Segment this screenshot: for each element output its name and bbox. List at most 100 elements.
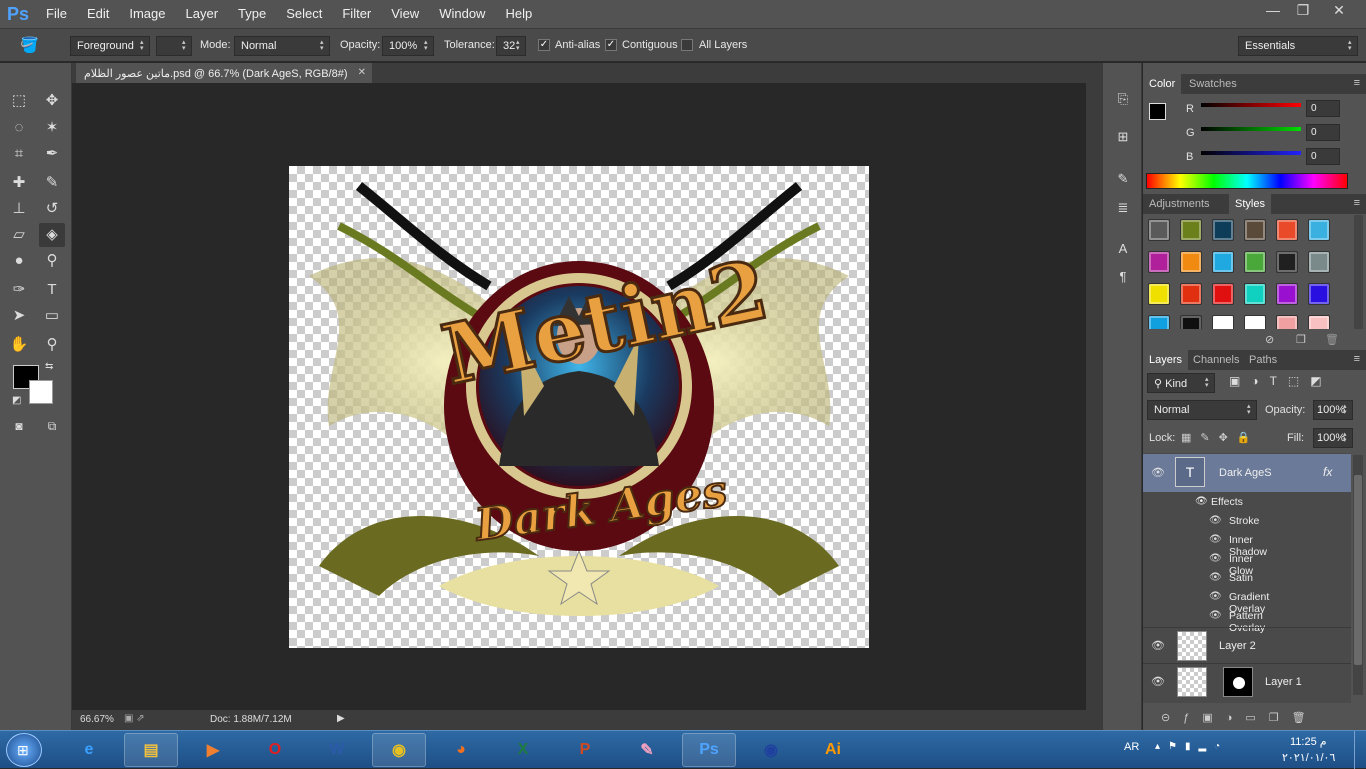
new-style-icon[interactable]: ❐: [1296, 333, 1306, 346]
tab-color[interactable]: Color: [1143, 74, 1182, 94]
style-swatch[interactable]: [1244, 315, 1266, 329]
layers-footer-icons[interactable]: ⊝ƒ▣◑▭❐🗑: [1161, 711, 1319, 724]
tab-swatches[interactable]: Swatches: [1183, 74, 1243, 94]
layer-row-layer-1[interactable]: 👁 Layer 1: [1143, 663, 1351, 699]
layers-scrollbar-thumb[interactable]: [1354, 475, 1362, 665]
move-tool-icon[interactable]: ✥: [39, 89, 65, 113]
fill-source-select[interactable]: Foreground: [70, 36, 150, 56]
zoom-tool-icon[interactable]: ⚲: [39, 333, 65, 357]
lasso-tool-icon[interactable]: ◌: [6, 116, 32, 140]
tab-paths[interactable]: Paths: [1243, 350, 1283, 370]
channel-r-slider[interactable]: [1201, 103, 1301, 107]
marquee-tool-icon[interactable]: ⬚: [6, 89, 32, 113]
color-panel-menu-icon[interactable]: ≡: [1354, 77, 1360, 89]
taskbar-app-media-icon[interactable]: ▶: [186, 733, 240, 767]
start-button[interactable]: ⊞: [6, 733, 42, 767]
history-panel-icon[interactable]: ⎘: [1113, 89, 1133, 109]
visibility-eye-icon[interactable]: 👁: [1209, 610, 1222, 621]
close-button[interactable]: ✕: [1324, 0, 1354, 22]
taskbar-app-firefox-icon[interactable]: ◕: [434, 733, 488, 767]
visibility-eye-icon[interactable]: 👁: [1151, 466, 1165, 480]
color-spectrum-ramp[interactable]: [1146, 173, 1348, 189]
dodge-tool-icon[interactable]: ⚲: [39, 249, 65, 273]
layer-blend-mode-select[interactable]: Normal: [1147, 400, 1257, 420]
taskbar-app-explorer-icon[interactable]: ▤: [124, 733, 178, 767]
swap-colors-icon[interactable]: ⇆: [45, 361, 53, 372]
tab-channels[interactable]: Channels: [1187, 350, 1245, 370]
layer-mask-thumbnail[interactable]: [1223, 667, 1253, 697]
history-brush-tool-icon[interactable]: ↺: [39, 197, 65, 221]
style-swatch[interactable]: [1212, 283, 1234, 305]
style-swatch[interactable]: [1308, 315, 1330, 329]
layer-filter-icons[interactable]: ▣◑T⬚◩: [1229, 374, 1333, 388]
taskbar-app-word-icon[interactable]: W: [310, 733, 364, 767]
shape-tool-icon[interactable]: ▭: [39, 304, 65, 328]
style-swatch[interactable]: [1244, 283, 1266, 305]
paragraph-panel-icon[interactable]: ¶: [1113, 267, 1133, 287]
style-swatch[interactable]: [1180, 283, 1202, 305]
layers-scrollbar[interactable]: [1353, 455, 1363, 695]
background-color-swatch[interactable]: [29, 380, 53, 404]
character-panel-icon[interactable]: A: [1113, 239, 1133, 259]
menu-image[interactable]: Image: [119, 0, 175, 28]
taskbar-app-opera-icon[interactable]: O: [248, 733, 302, 767]
style-swatch[interactable]: [1148, 219, 1170, 241]
style-swatch[interactable]: [1212, 251, 1234, 273]
style-swatch[interactable]: [1180, 251, 1202, 273]
paint-bucket-preset-icon[interactable]: 🪣: [20, 36, 44, 56]
mode-select[interactable]: Normal: [234, 36, 330, 56]
antialias-checkbox[interactable]: ✓: [538, 39, 550, 51]
tab-adjustments[interactable]: Adjustments: [1143, 194, 1216, 214]
layers-panel-menu-icon[interactable]: ≡: [1354, 353, 1360, 365]
workspace-select[interactable]: Essentials: [1238, 36, 1358, 56]
style-swatch[interactable]: [1180, 315, 1202, 329]
menu-select[interactable]: Select: [276, 0, 332, 28]
paint-bucket-tool-icon[interactable]: ◈: [39, 223, 65, 247]
menu-file[interactable]: File: [36, 0, 77, 28]
brush-tool-icon[interactable]: ✎: [39, 171, 65, 195]
style-swatch[interactable]: [1212, 219, 1234, 241]
clone-stamp-tool-icon[interactable]: ⊥: [6, 197, 32, 221]
style-swatch[interactable]: [1308, 251, 1330, 273]
system-tray-icons[interactable]: ▴⚑▮▂◔: [1155, 741, 1228, 752]
opacity-input[interactable]: 100%: [382, 36, 434, 56]
channel-b-value[interactable]: 0: [1306, 148, 1340, 165]
close-document-icon[interactable]: ✕: [358, 67, 366, 78]
tolerance-input[interactable]: 32: [496, 36, 526, 56]
fx-icon[interactable]: fx: [1323, 465, 1332, 479]
healing-brush-tool-icon[interactable]: ✚: [6, 171, 32, 195]
taskbar-app-powerpoint-icon[interactable]: P: [558, 733, 612, 767]
zoom-level[interactable]: 66.67%: [80, 714, 114, 725]
hand-tool-icon[interactable]: ✋: [6, 333, 32, 357]
style-swatch[interactable]: [1180, 219, 1202, 241]
style-swatch[interactable]: [1276, 219, 1298, 241]
canvas-vertical-scrollbar[interactable]: [1086, 83, 1102, 710]
clock-time[interactable]: 11:25 م: [1290, 735, 1327, 748]
eyedropper-tool-icon[interactable]: ✒: [39, 142, 65, 166]
brush-panel-icon[interactable]: ✎: [1113, 169, 1133, 189]
show-desktop-button[interactable]: [1354, 731, 1366, 769]
channel-g-slider[interactable]: [1201, 127, 1301, 131]
eraser-tool-icon[interactable]: ▱: [6, 223, 32, 247]
styles-scrollbar[interactable]: [1354, 215, 1363, 329]
taskbar-app-paint-icon[interactable]: ✎: [620, 733, 674, 767]
delete-style-icon[interactable]: 🗑: [1325, 333, 1339, 346]
channel-r-value[interactable]: 0: [1306, 100, 1340, 117]
lock-icons[interactable]: ▦✎✥🔒: [1181, 431, 1260, 444]
style-swatch[interactable]: [1308, 219, 1330, 241]
visibility-eye-icon[interactable]: 👁: [1209, 572, 1222, 583]
visibility-eye-icon[interactable]: 👁: [1151, 639, 1165, 653]
layer-filter-kind-select[interactable]: ⚲ Kind: [1147, 373, 1215, 393]
styles-panel-menu-icon[interactable]: ≡: [1354, 197, 1360, 209]
quick-mask-icon[interactable]: ◙: [6, 414, 32, 438]
style-swatch[interactable]: [1212, 315, 1234, 329]
pen-tool-icon[interactable]: ✑: [6, 278, 32, 302]
menu-filter[interactable]: Filter: [332, 0, 381, 28]
color-foreground-swatch[interactable]: [1149, 103, 1166, 120]
taskbar-app-chrome-icon[interactable]: ◉: [372, 733, 426, 767]
clear-style-icon[interactable]: ⊘: [1265, 333, 1274, 346]
taskbar-app-illustrator-icon[interactable]: Ai: [806, 733, 860, 767]
status-options-icon[interactable]: ▣ ⇗: [124, 713, 145, 724]
type-tool-icon[interactable]: T: [39, 278, 65, 302]
taskbar-app-photoshop-icon[interactable]: Ps: [682, 733, 736, 767]
